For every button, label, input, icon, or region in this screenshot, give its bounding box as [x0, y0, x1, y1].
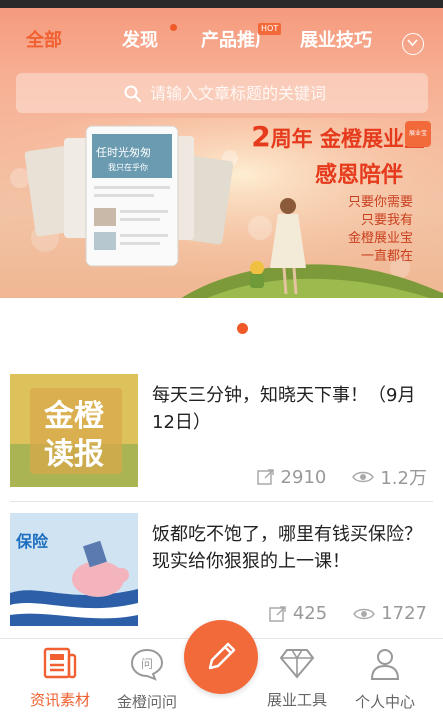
promo-line: 金橙展业宝 — [347, 231, 413, 246]
share-count: 2910 — [280, 466, 327, 488]
promo-line: 只要我有 — [360, 213, 413, 228]
nav-profile[interactable]: 个人中心 — [341, 647, 429, 712]
phone-subtitle: 我只在乎你 — [108, 162, 148, 172]
promo-line: 只要你需要 — [347, 195, 413, 210]
article-item[interactable]: 保险 饭都吃不饱了，哪里有钱买保险？现实给你狠狠的上一课！ 425 1727 — [10, 513, 433, 633]
thumb-text-line2: 读报 — [44, 437, 104, 472]
ask-icon-glyph: 问 — [141, 657, 153, 671]
nav-news-materials[interactable]: 资讯素材 — [16, 647, 104, 710]
search-icon — [124, 85, 141, 102]
nav-label: 资讯素材 — [29, 691, 90, 709]
nav-ask[interactable]: 问 金橙问问 — [103, 647, 191, 712]
promo-anniv-text: 周年 金橙展业宝 — [270, 127, 425, 151]
article-item[interactable]: 金橙 读报 每天三分钟，知晓天下事！（9月12日） 2910 1.2万 — [10, 374, 433, 494]
article-title: 饭都吃不饱了，哪里有钱买保险？现实给你狠狠的上一课！ — [152, 524, 422, 572]
search-input[interactable] — [150, 73, 410, 113]
view-count: 1.2万 — [380, 468, 427, 489]
status-bar — [0, 0, 443, 8]
promo-text: 2周年 金橙展业宝 感恩陪伴 — [251, 120, 425, 189]
banner-page-indicator[interactable] — [237, 323, 248, 334]
promo-logo-icon: 展业宝 — [405, 121, 431, 147]
hot-badge: HOT — [258, 23, 282, 35]
thumb-text-line1: 金橙 — [43, 399, 105, 434]
nav-label: 金橙问问 — [116, 693, 177, 711]
article-stats: 425 1727 — [269, 603, 427, 624]
view-count: 1727 — [381, 603, 427, 624]
promo-anniversary: 2周年 金橙展业宝 — [251, 120, 425, 153]
compose-button[interactable] — [184, 620, 258, 694]
pencil-icon — [208, 642, 236, 670]
new-dot-indicator — [170, 24, 177, 31]
share-count: 425 — [292, 603, 328, 624]
tab-sales-skills[interactable]: 展业技巧 — [300, 26, 372, 52]
app-screen: 任时光匆匆 我只在乎你 2周年 金橙展业宝 感恩陪伴 展业宝 只要你需要 只要我… — [0, 0, 443, 718]
category-tabs: 全部 发现 产品推广 HOT 展业技巧 — [0, 8, 443, 64]
eye-icon — [353, 608, 376, 619]
nav-tools[interactable]: 展业工具 — [253, 647, 341, 710]
article-title: 每天三分钟，知晓天下事！（9月12日） — [152, 385, 416, 433]
chevron-down-icon — [407, 39, 418, 47]
tab-all[interactable]: 全部 — [26, 26, 62, 52]
tab-discover[interactable]: 发现 — [122, 26, 158, 52]
promo-line: 一直都在 — [360, 249, 413, 264]
article-stats: 2910 1.2万 — [256, 464, 427, 490]
article-thumbnail: 金橙 读报 — [10, 374, 138, 487]
diamond-icon — [279, 649, 315, 679]
user-icon — [370, 649, 400, 680]
list-divider — [10, 501, 433, 502]
search-bar[interactable] — [16, 73, 428, 113]
share-icon — [269, 605, 286, 622]
phone-title: 任时光匆匆 — [96, 145, 151, 159]
promo-anniv-number: 2 — [251, 120, 271, 153]
eye-icon — [352, 471, 375, 483]
nav-label: 展业工具 — [266, 691, 327, 709]
share-icon — [256, 469, 274, 485]
nav-label: 个人中心 — [354, 693, 415, 711]
article-thumbnail: 保险 — [10, 513, 138, 626]
promo-title: 感恩陪伴 — [314, 163, 403, 188]
newspaper-icon — [43, 647, 77, 679]
thumb-label: 保险 — [15, 532, 49, 551]
promo-lines: 只要你需要 只要我有 金橙展业宝 一直都在 — [348, 194, 413, 266]
question-bubble-icon: 问 — [130, 648, 164, 681]
expand-tabs-button[interactable] — [402, 33, 424, 55]
